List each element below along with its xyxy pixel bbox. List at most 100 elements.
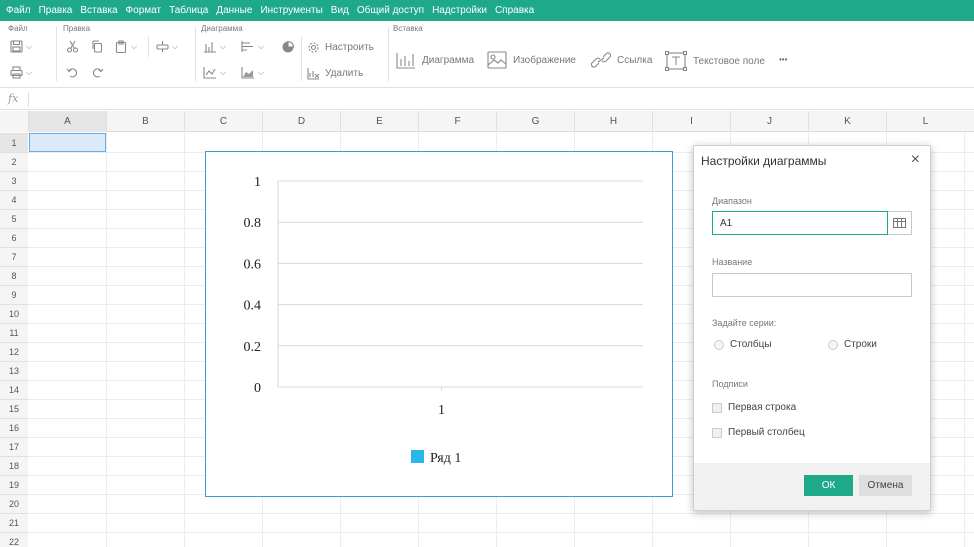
column-header[interactable]: D <box>262 111 340 132</box>
dialog-title: Настройки диаграммы <box>701 154 827 168</box>
column-header[interactable]: C <box>184 111 262 132</box>
column-header[interactable]: B <box>106 111 184 132</box>
menu-item-2[interactable]: Вставка <box>80 5 117 16</box>
checkbox-first-column[interactable]: Первый столбец <box>712 427 805 438</box>
menu-item-5[interactable]: Данные <box>216 5 252 16</box>
column-header[interactable]: I <box>652 111 730 132</box>
cut-button[interactable] <box>66 40 79 53</box>
column-header[interactable]: K <box>808 111 886 132</box>
menu-item-10[interactable]: Справка <box>495 5 534 16</box>
column-header[interactable]: E <box>340 111 418 132</box>
pie-chart-icon <box>282 40 295 53</box>
chevron-down-icon: ⌵ <box>172 41 179 51</box>
insert-chart-label: Диаграмма <box>422 54 475 66</box>
range-picker-button[interactable] <box>888 211 912 235</box>
row-header[interactable]: 2 <box>0 152 28 171</box>
menu-item-8[interactable]: Общий доступ <box>357 5 424 16</box>
column-header[interactable]: G <box>496 111 574 132</box>
redo-icon <box>93 68 104 78</box>
pie-chart-button[interactable] <box>281 40 295 54</box>
y-tick-label: 0.8 <box>244 216 262 231</box>
delete-chart-button[interactable]: Удалить <box>307 67 363 80</box>
chart-object[interactable]: 0 0.2 0.4 0.6 0.8 1 1 Ряд 1 <box>205 151 673 497</box>
menu-item-6[interactable]: Инструменты <box>260 5 322 16</box>
paste-button[interactable]: ⌵ <box>115 40 137 53</box>
insert-link-button[interactable]: Ссылка <box>591 51 652 69</box>
configure-chart-button[interactable]: Настроить <box>307 41 374 54</box>
menu-item-3[interactable]: Формат <box>126 5 162 16</box>
row-header[interactable]: 20 <box>0 494 28 513</box>
column-header[interactable]: H <box>574 111 652 132</box>
series-label: Задайте серии: <box>712 318 777 328</box>
radio-columns[interactable]: Столбцы <box>714 339 772 350</box>
formula-separator <box>28 92 29 107</box>
insert-image-label: Изображение <box>513 54 576 66</box>
radio-rows[interactable]: Строки <box>828 339 877 350</box>
checkbox-first-row[interactable]: Первая строка <box>712 402 796 413</box>
row-header[interactable]: 4 <box>0 190 28 209</box>
cancel-button[interactable]: Отмена <box>859 475 912 496</box>
column-header[interactable]: F <box>418 111 496 132</box>
radio-rows-label: Строки <box>844 339 877 350</box>
undo-button[interactable] <box>66 66 79 79</box>
menu-item-1[interactable]: Правка <box>39 5 73 16</box>
toolbar-group-file: Файл ⌵ ⌵ <box>8 23 56 85</box>
ok-button[interactable]: ОК <box>804 475 853 496</box>
checkbox-first-row-label: Первая строка <box>728 402 797 413</box>
insert-image-button[interactable]: Изображение <box>487 51 576 69</box>
y-tick-label: 0.6 <box>244 257 262 272</box>
row-header[interactable]: 22 <box>0 532 28 547</box>
formula-input[interactable] <box>34 91 964 108</box>
checkbox-box <box>712 402 722 413</box>
row-header[interactable]: 16 <box>0 418 28 437</box>
column-chart-button[interactable]: ⌵ <box>203 40 226 53</box>
row-header[interactable]: 10 <box>0 304 28 323</box>
copy-button[interactable] <box>91 40 104 53</box>
selected-cell-a1[interactable] <box>29 133 106 152</box>
column-header[interactable]: J <box>730 111 808 132</box>
menu-item-9[interactable]: Надстройки <box>432 5 487 16</box>
grid-select-icon <box>893 218 906 228</box>
row-header[interactable]: 1 <box>0 133 28 152</box>
save-icon <box>10 40 23 53</box>
row-header[interactable]: 7 <box>0 247 28 266</box>
column-header[interactable]: L <box>886 111 964 132</box>
menu-item-0[interactable]: Файл <box>6 5 31 16</box>
row-header[interactable]: 19 <box>0 475 28 494</box>
close-icon[interactable]: × <box>911 152 920 168</box>
menu-item-7[interactable]: Вид <box>331 5 349 16</box>
y-tick-label: 0.4 <box>244 299 262 314</box>
legend-swatch <box>411 450 424 463</box>
image-icon <box>487 51 507 69</box>
more-button[interactable]: ••• <box>779 55 787 64</box>
row-header[interactable]: 21 <box>0 513 28 532</box>
menu-item-4[interactable]: Таблица <box>169 5 208 16</box>
row-header[interactable]: 5 <box>0 209 28 228</box>
select-all-corner[interactable] <box>0 111 28 132</box>
row-header[interactable]: 8 <box>0 266 28 285</box>
row-header[interactable]: 12 <box>0 342 28 361</box>
range-input[interactable] <box>712 211 888 235</box>
row-header[interactable]: 11 <box>0 323 28 342</box>
format-painter-button[interactable]: ⌵ <box>156 40 178 53</box>
row-header[interactable]: 6 <box>0 228 28 247</box>
row-header[interactable]: 14 <box>0 380 28 399</box>
row-header[interactable]: 3 <box>0 171 28 190</box>
link-icon <box>591 52 611 68</box>
row-header[interactable]: 15 <box>0 399 28 418</box>
bar-chart-button[interactable]: ⌵ <box>241 40 264 53</box>
insert-chart-button[interactable]: Диаграмма <box>396 51 474 69</box>
print-button[interactable]: ⌵ <box>10 66 32 79</box>
line-chart-button[interactable]: ⌵ <box>203 66 226 79</box>
redo-button[interactable] <box>91 66 104 79</box>
row-header[interactable]: 13 <box>0 361 28 380</box>
column-header[interactable]: A <box>28 111 106 132</box>
insert-textbox-button[interactable]: Текстовое поле <box>665 51 765 71</box>
row-header[interactable]: 9 <box>0 285 28 304</box>
area-chart-button[interactable]: ⌵ <box>241 66 264 79</box>
name-input[interactable] <box>712 273 912 297</box>
row-header[interactable]: 18 <box>0 456 28 475</box>
save-button[interactable]: ⌵ <box>10 40 32 53</box>
print-icon <box>10 66 23 79</box>
row-header[interactable]: 17 <box>0 437 28 456</box>
